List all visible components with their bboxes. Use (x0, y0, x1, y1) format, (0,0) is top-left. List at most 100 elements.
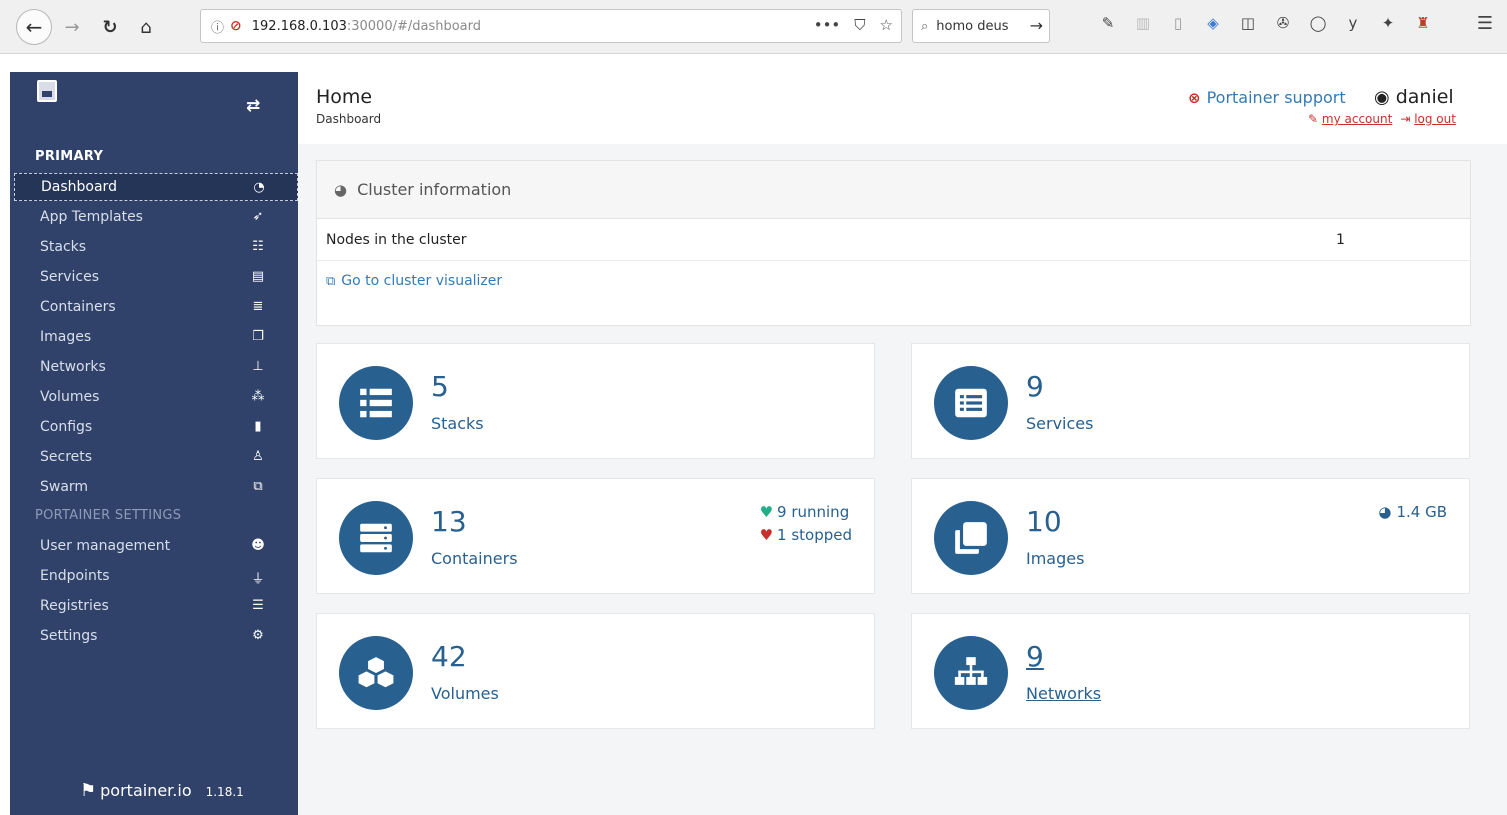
sidebar-item-settings[interactable]: Settings ⚙ (14, 622, 298, 650)
address-bar[interactable]: ⓘ ⊘ 192.168.0.103:30000/#/dashboard ••• … (200, 9, 902, 43)
log-out-label[interactable]: log out (1414, 112, 1456, 126)
sidebar-item-label: Secrets (40, 449, 93, 465)
stacks-card[interactable]: 5 Stacks (316, 343, 875, 459)
sidebar-item-volumes[interactable]: Volumes ⁂ (14, 383, 298, 411)
cogs-icon: ⚙ (252, 628, 264, 643)
sidebar-item-services[interactable]: Services ▤ (14, 263, 298, 291)
insecure-lock-icon[interactable]: ⊘ (230, 18, 242, 34)
sidebar-item-label: Networks (40, 359, 106, 375)
sidebar-item-networks[interactable]: Networks ⊥ (14, 353, 298, 381)
user-secret-icon: ♙ (252, 449, 264, 464)
username: daniel (1395, 86, 1454, 108)
home-button[interactable]: ⌂ (132, 12, 160, 42)
containers-stopped: ♥ 1 stopped (760, 524, 852, 547)
clone-icon (934, 501, 1008, 575)
extension-2-icon[interactable]: ◈ (1203, 14, 1223, 32)
sidebar-item-label: Dashboard (41, 179, 117, 195)
pocket-icon[interactable]: ⛉ (854, 16, 865, 34)
sidebar-item-containers[interactable]: Containers ≣ (14, 293, 298, 321)
sidebar-toggle-icon[interactable]: ⇄ (246, 96, 260, 116)
networks-count[interactable]: 9 (1026, 640, 1044, 673)
sidebar-item-dashboard[interactable]: Dashboard ◔ (14, 173, 298, 201)
containers-card[interactable]: 13 Containers ♥ 9 running ♥ 1 stopped (316, 478, 875, 594)
back-button[interactable]: ← (16, 9, 52, 45)
sidebar-item-images[interactable]: Images ❐ (14, 323, 298, 351)
sidebar-item-swarm[interactable]: Swarm ⧉ (14, 473, 298, 501)
cluster-visualizer-link[interactable]: ⧉ Go to cluster visualizer (326, 273, 502, 289)
images-count: 10 (1026, 505, 1062, 538)
cubes-icon: ⁂ (251, 389, 265, 404)
url-host: 192.168.0.103 (251, 18, 347, 34)
url-path: :30000/#/dashboard (346, 18, 482, 34)
heartbeat-icon: ♥ (759, 526, 774, 544)
running-label: 9 running (777, 503, 850, 521)
object-group-icon: ⧉ (253, 479, 263, 494)
extension-6-icon[interactable]: ✦ (1378, 14, 1398, 32)
footer-brand: portainer.io (100, 781, 192, 800)
portainer-support-link[interactable]: ⊗ Portainer support (1188, 88, 1346, 107)
my-account-label[interactable]: my account (1322, 112, 1392, 126)
sidebar-item-label: Volumes (40, 389, 100, 405)
life-ring-icon: ⊗ (1188, 88, 1201, 107)
sidebar-item-app-templates[interactable]: App Templates ➶ (14, 203, 298, 231)
portainer-logo-icon[interactable] (37, 80, 57, 102)
sidebar-item-registries[interactable]: Registries ☰ (14, 592, 298, 620)
forward-button[interactable]: → (58, 12, 86, 42)
info-icon[interactable]: ⓘ (211, 17, 224, 36)
reader-icon[interactable]: ▯ (1168, 14, 1188, 32)
page-actions-icon[interactable]: ••• (814, 16, 841, 34)
extension-1-icon[interactable]: ✎ (1098, 14, 1118, 32)
file-icon: ▮ (254, 419, 262, 434)
my-account-link[interactable]: ✎ my account (1308, 112, 1392, 126)
search-input[interactable]: ⌕ homo deus → (912, 9, 1050, 43)
footer-version: 1.18.1 (205, 785, 244, 799)
cluster-information-widget: ◕ Cluster information Nodes in the clust… (316, 160, 1471, 326)
containers-status: ♥ 9 running ♥ 1 stopped (760, 501, 852, 547)
sidebar-item-user-management[interactable]: User management ☻ (14, 532, 298, 560)
extension-icons: ✎ ▥ ▯ ◈ ◫ ✇ ◯ y ✦ ♜ (1098, 14, 1433, 32)
images-label: Images (1026, 549, 1085, 568)
search-go-icon[interactable]: → (1025, 16, 1043, 35)
hamburger-menu-icon[interactable]: ☰ (1477, 13, 1493, 34)
networks-label[interactable]: Networks (1026, 684, 1101, 703)
users-icon: ☻ (251, 538, 265, 553)
list-alt-icon: ▤ (251, 269, 265, 284)
extension-4-icon[interactable]: ◯ (1308, 14, 1328, 32)
clone-icon: ❐ (252, 329, 264, 344)
sidebar: ⇄ PRIMARY Dashboard ◔ App Templates ➶ St… (10, 72, 298, 815)
sidebar-item-endpoints[interactable]: Endpoints ⏚ (14, 562, 298, 590)
reload-button[interactable]: ↻ (96, 12, 124, 42)
extension-5-icon[interactable]: y (1343, 14, 1363, 32)
library-icon[interactable]: ▥ (1133, 14, 1153, 32)
sidebar-item-label: Images (40, 329, 92, 345)
tachometer-icon: ◕ (334, 180, 348, 199)
stacks-label: Stacks (431, 414, 484, 433)
volumes-count: 42 (431, 640, 467, 673)
bookmark-star-icon[interactable]: ☆ (880, 16, 893, 34)
containers-count: 13 (431, 505, 467, 538)
sidebar-item-secrets[interactable]: Secrets ♙ (14, 443, 298, 471)
networks-card[interactable]: 9 Networks (911, 613, 1470, 729)
volumes-card[interactable]: 42 Volumes (316, 613, 875, 729)
sidebar-item-label: Registries (40, 598, 109, 614)
sidebar-item-label: Stacks (40, 239, 87, 255)
support-label: Portainer support (1206, 88, 1346, 107)
services-label: Services (1026, 414, 1094, 433)
arrow-right-icon: → (64, 16, 80, 38)
sidebar-section-settings: PORTAINER SETTINGS (35, 508, 182, 523)
sidebar-item-configs[interactable]: Configs ▮ (14, 413, 298, 441)
sidebar-item-label: App Templates (40, 209, 143, 225)
services-card[interactable]: 9 Services (911, 343, 1470, 459)
images-card[interactable]: 10 Images ◕ 1.4 GB (911, 478, 1470, 594)
sidebar-item-label: Services (40, 269, 100, 285)
log-out-link[interactable]: ⇥ log out (1400, 112, 1456, 126)
sidebar-section-primary: PRIMARY (35, 149, 104, 164)
stopped-label: 1 stopped (777, 526, 852, 544)
database-icon: ☰ (252, 598, 264, 613)
extension-7-icon[interactable]: ♜ (1413, 14, 1433, 32)
rocket-icon: ➶ (252, 209, 264, 224)
extension-3-icon[interactable]: ✇ (1273, 14, 1293, 32)
sidebar-icon[interactable]: ◫ (1238, 14, 1258, 32)
reload-icon: ↻ (102, 16, 118, 38)
sidebar-item-stacks[interactable]: Stacks ☷ (14, 233, 298, 261)
